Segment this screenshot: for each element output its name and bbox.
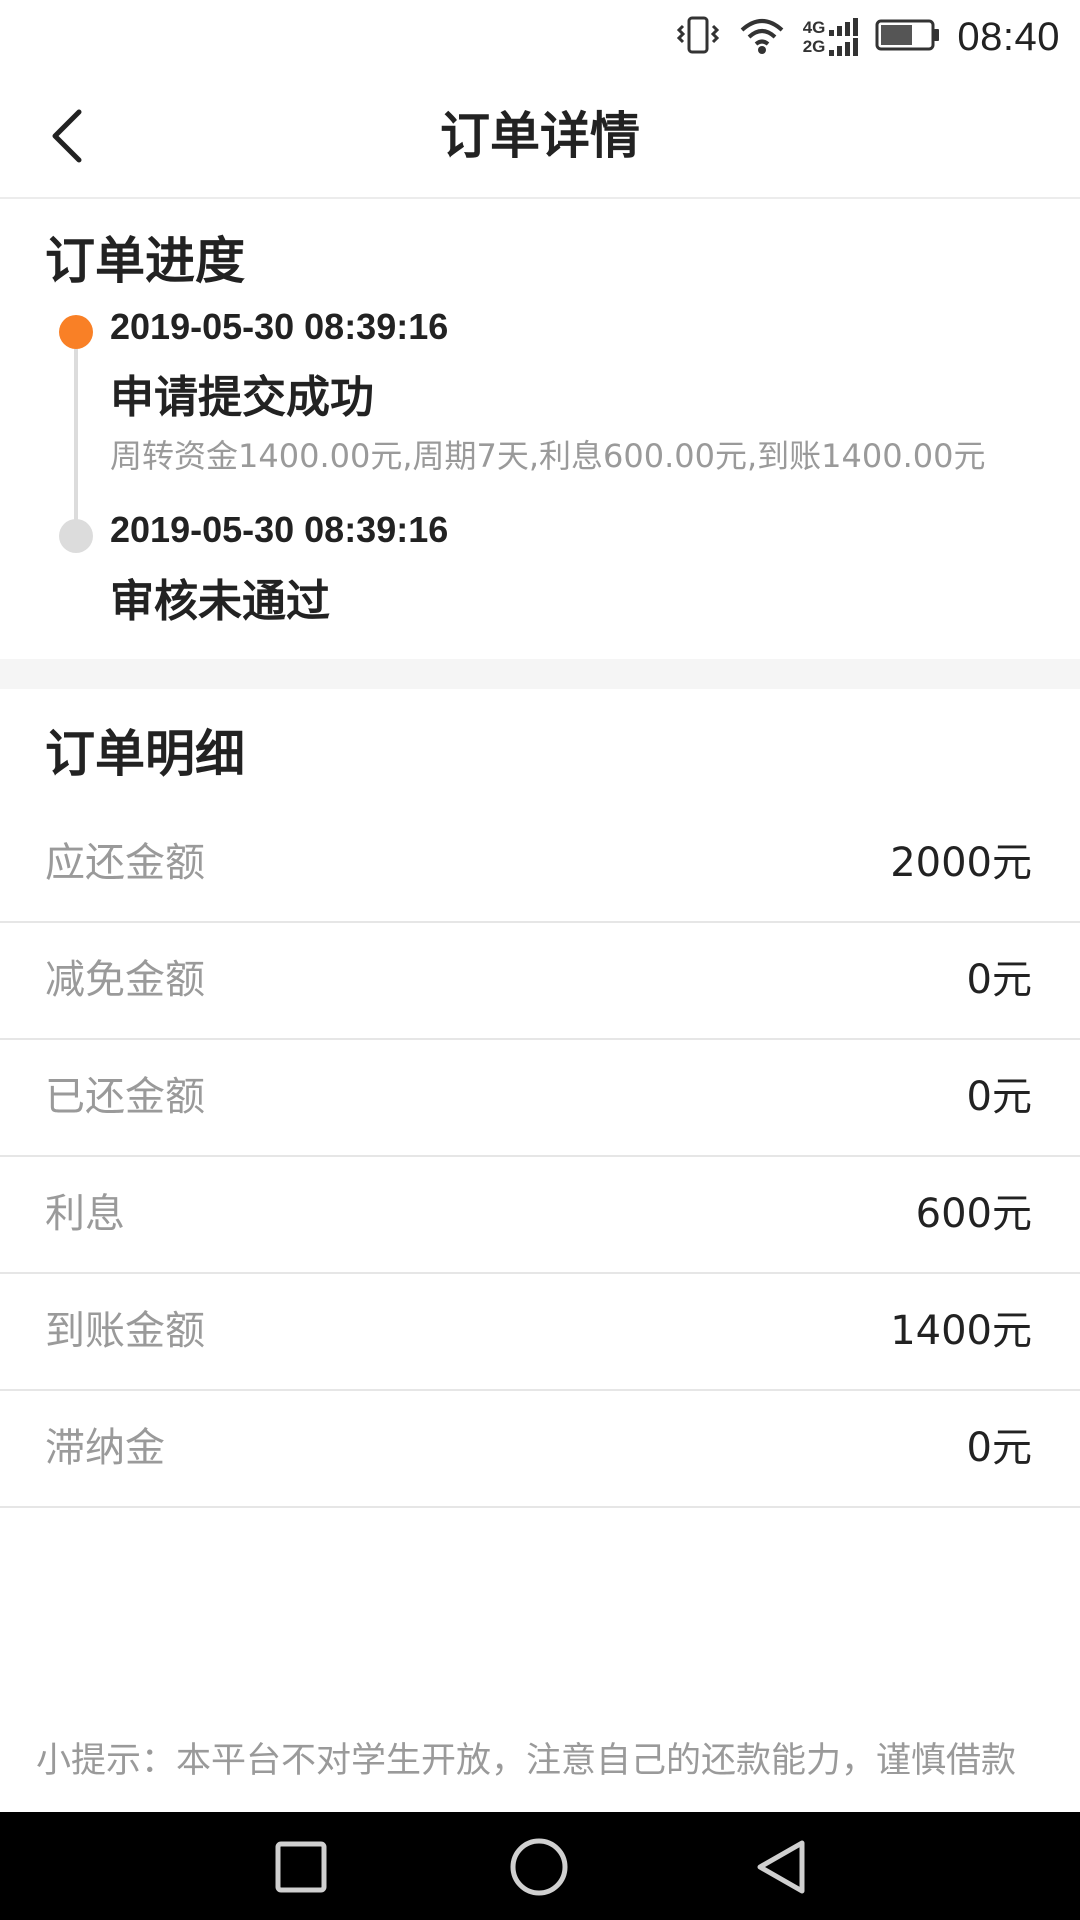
timeline-line xyxy=(74,339,78,529)
row-value: 2000元 xyxy=(890,840,1032,886)
progress-section-title: 订单进度 xyxy=(45,232,245,290)
row-label: 滞纳金 xyxy=(45,1425,165,1471)
detail-row: 已还金额 0元 xyxy=(0,1040,1080,1157)
home-circle-icon xyxy=(510,1838,568,1896)
home-button[interactable] xyxy=(508,1836,570,1898)
order-progress-section: 订单进度 2019-05-30 08:39:16 申请提交成功 周转资金1400… xyxy=(0,199,1080,659)
recents-square-icon xyxy=(275,1841,327,1893)
back-nav-button[interactable] xyxy=(750,1836,812,1898)
order-detail-section: 订单明细 应还金额 2000元 减免金额 0元 已还金额 0元 利息 600元 … xyxy=(0,689,1080,1509)
status-time: 08:40 xyxy=(957,14,1060,59)
header: 订单详情 xyxy=(0,75,1080,199)
event-time: 2019-05-30 08:39:16 xyxy=(110,306,449,347)
row-value: 0元 xyxy=(966,1074,1032,1120)
battery-icon xyxy=(875,14,941,60)
row-label: 利息 xyxy=(45,1191,125,1237)
recents-button[interactable] xyxy=(270,1836,332,1898)
row-label: 已还金额 xyxy=(45,1074,205,1120)
row-value: 1400元 xyxy=(890,1308,1032,1354)
wifi-icon xyxy=(737,14,787,60)
detail-row: 利息 600元 xyxy=(0,1157,1080,1274)
signal-icon: 4G 2G xyxy=(803,16,860,58)
event-title: 申请提交成功 xyxy=(110,372,374,423)
tip-text: 小提示：本平台不对学生开放，注意自己的还款能力，谨慎借款 xyxy=(36,1741,1017,1781)
detail-row: 应还金额 2000元 xyxy=(0,806,1080,923)
navigation-bar xyxy=(0,1812,1080,1920)
status-icons: 4G 2G 08:40 xyxy=(675,12,1060,62)
event-description: 周转资金1400.00元,周期7天,利息600.00元,到账1400.00元 xyxy=(110,437,986,475)
network-type-bottom: 2G xyxy=(802,37,826,56)
row-value: 0元 xyxy=(966,957,1032,1003)
detail-section-title: 订单明细 xyxy=(45,725,245,783)
network-type-top: 4G xyxy=(802,18,826,37)
row-label: 应还金额 xyxy=(45,840,205,886)
row-value: 600元 xyxy=(915,1191,1032,1237)
detail-row: 到账金额 1400元 xyxy=(0,1274,1080,1391)
detail-row: 滞纳金 0元 xyxy=(0,1391,1080,1508)
row-label: 到账金额 xyxy=(45,1308,205,1354)
status-bar: 4G 2G 08:40 xyxy=(0,0,1080,75)
row-label: 减免金额 xyxy=(45,957,205,1003)
section-divider xyxy=(0,659,1080,689)
event-time: 2019-05-30 08:39:16 xyxy=(110,509,449,550)
vibrate-icon xyxy=(675,14,721,60)
page-title: 订单详情 xyxy=(440,107,640,165)
detail-list: 应还金额 2000元 减免金额 0元 已还金额 0元 利息 600元 到账金额 … xyxy=(0,806,1080,1508)
event-title: 审核未通过 xyxy=(110,576,330,627)
timeline-dot-active xyxy=(59,315,93,349)
timeline-dot-inactive xyxy=(59,519,93,553)
detail-row: 减免金额 0元 xyxy=(0,923,1080,1040)
row-value: 0元 xyxy=(966,1425,1032,1471)
back-triangle-icon xyxy=(757,1840,805,1894)
